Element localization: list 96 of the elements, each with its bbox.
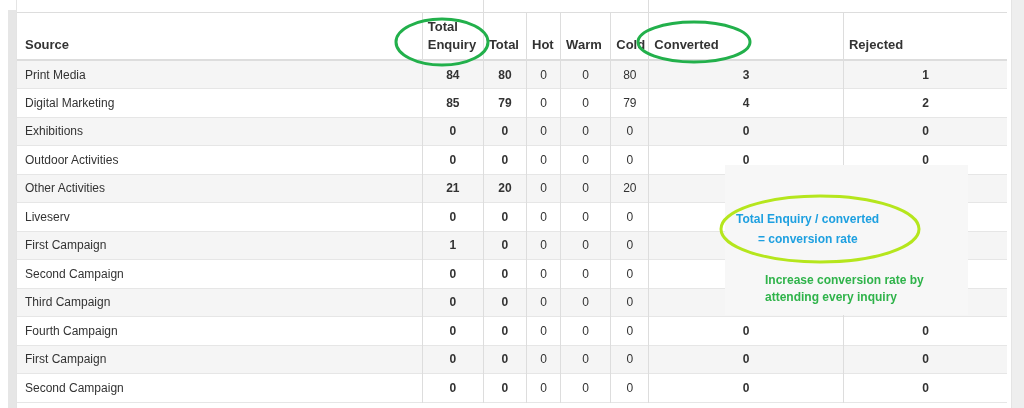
column-header: Total Enquiry: [427, 19, 477, 52]
table-cell: 21: [446, 181, 460, 196]
table-cell: Outdoor Activities: [25, 152, 119, 167]
table-cell: 0: [582, 323, 589, 338]
table-cell: 79: [498, 95, 512, 110]
table-cell: 0: [501, 209, 509, 224]
table-cell: 20: [498, 181, 512, 196]
table-cell: Liveserv: [25, 209, 70, 224]
table-cell: 0: [626, 152, 634, 167]
table-cell: First Campaign: [25, 352, 107, 367]
table-cell: Exhibitions: [25, 124, 84, 139]
table-cell: 0: [540, 209, 547, 224]
column-header: Warm: [566, 37, 602, 52]
table-cell: 0: [742, 380, 750, 395]
table-cell: 0: [582, 238, 589, 253]
table-cell: 0: [501, 323, 509, 338]
table-cell: 0: [626, 238, 634, 253]
table-cell: Other Activities: [25, 181, 106, 196]
table-cell: 0: [626, 124, 634, 139]
table-cell: 0: [501, 124, 509, 139]
table-cell: 0: [922, 152, 929, 167]
table-cell: 0: [540, 323, 547, 338]
table-cell: Fourth Campaign: [25, 323, 118, 338]
table-cell: 0: [582, 380, 589, 395]
table-cell: 0: [540, 266, 547, 281]
table-cell: 0: [742, 323, 750, 338]
column-header: Source: [25, 37, 70, 52]
table-cell: 0: [922, 124, 929, 139]
table-cell: 0: [742, 352, 750, 367]
table-cell: 0: [449, 323, 457, 338]
table-cell: 0: [626, 352, 634, 367]
column-header: Hot: [532, 37, 554, 52]
table-cell: 0: [626, 209, 634, 224]
table-cell: 0: [540, 152, 547, 167]
table-cell: 0: [540, 67, 547, 82]
table-cell: 0: [922, 323, 929, 338]
formula-text: = conversion rate: [758, 231, 859, 248]
table-cell: 0: [540, 295, 547, 310]
table-cell: 0: [626, 380, 634, 395]
table-cell: 20: [623, 181, 637, 196]
table-cell: 0: [626, 295, 634, 310]
table-cell: 0: [449, 124, 457, 139]
table-cell: 0: [582, 124, 589, 139]
table-cell: 0: [501, 295, 509, 310]
table-cell: 84: [446, 67, 460, 82]
table-cell: 0: [742, 124, 750, 139]
table-cell: 1: [449, 238, 457, 253]
table-cell: Digital Marketing: [25, 95, 115, 110]
table-cell: 0: [449, 352, 457, 367]
formula-text: Total Enquiry / converted: [736, 211, 881, 228]
table-cell: 0: [540, 181, 547, 196]
table-cell: 0: [540, 352, 547, 367]
table-cell: 0: [582, 295, 589, 310]
table-cell: Print Media: [25, 67, 86, 82]
table-cell: 0: [626, 323, 634, 338]
table-cell: 0: [540, 238, 547, 253]
table-cell: 0: [501, 352, 509, 367]
table-cell: 0: [540, 95, 547, 110]
table-cell: 0: [501, 266, 509, 281]
table-cell: 2: [922, 95, 929, 110]
table-cell: 85: [446, 95, 460, 110]
table-cell: 0: [449, 380, 457, 395]
column-header: Converted: [654, 37, 719, 52]
column-header: Total: [488, 37, 519, 52]
table-cell: 0: [540, 124, 547, 139]
table-cell: 0: [626, 266, 634, 281]
table-cell: 0: [449, 266, 457, 281]
note-text: Increase conversion rate by attending every inquiry: [765, 272, 925, 306]
table-cell: 0: [501, 238, 509, 253]
table-cell: 3: [742, 67, 750, 82]
table-cell: Second Campaign: [25, 380, 124, 395]
table-cell: 80: [498, 67, 512, 82]
table-cell: 80: [623, 67, 637, 82]
table-cell: 0: [742, 152, 750, 167]
table-cell: 4: [742, 95, 750, 110]
table-cell: 0: [449, 295, 457, 310]
table-cell: 0: [540, 380, 547, 395]
table-cell: 0: [501, 152, 509, 167]
table-cell: 0: [449, 152, 457, 167]
table-cell: 0: [582, 209, 589, 224]
table-cell: 1: [922, 67, 929, 82]
table-cell: 79: [623, 95, 637, 110]
column-header: Rejected: [848, 37, 904, 52]
table-cell: 0: [449, 209, 457, 224]
table-cell: Third Campaign: [25, 295, 111, 310]
table-cell: 0: [922, 380, 929, 395]
table-cell: 0: [582, 152, 589, 167]
table-cell: 0: [582, 67, 589, 82]
table-cell: 0: [582, 95, 589, 110]
table-cell: 0: [582, 352, 589, 367]
table-cell: 0: [582, 181, 589, 196]
table-cell: 0: [501, 380, 509, 395]
table-cell: 0: [922, 352, 929, 367]
table-cell: First Campaign: [25, 238, 107, 253]
table-cell: Second Campaign: [25, 266, 124, 281]
table-cell: 0: [582, 266, 589, 281]
